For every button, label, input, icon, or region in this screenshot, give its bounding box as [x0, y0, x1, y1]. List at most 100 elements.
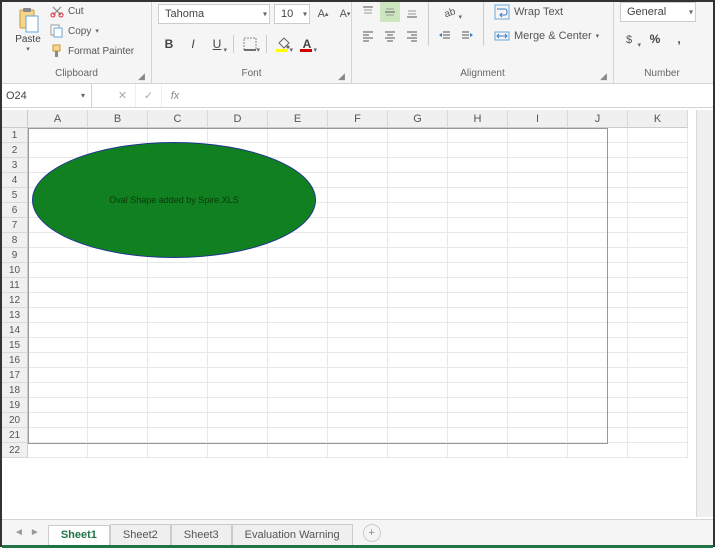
font-size-combo[interactable]: 10▾ — [274, 4, 310, 24]
merge-center-button[interactable]: Merge & Center ▾ — [490, 26, 603, 46]
cell[interactable] — [388, 248, 448, 263]
cell[interactable] — [388, 203, 448, 218]
align-left-button[interactable] — [358, 26, 378, 46]
cell[interactable] — [628, 188, 688, 203]
cell[interactable] — [268, 368, 328, 383]
cell[interactable] — [508, 353, 568, 368]
cell[interactable] — [208, 278, 268, 293]
cell[interactable] — [328, 278, 388, 293]
align-center-button[interactable] — [380, 26, 400, 46]
row-header[interactable]: 9 — [2, 248, 28, 263]
cell[interactable] — [328, 353, 388, 368]
cell[interactable] — [148, 413, 208, 428]
column-header[interactable]: B — [88, 110, 148, 128]
cell[interactable] — [208, 428, 268, 443]
cell[interactable] — [628, 278, 688, 293]
cell[interactable] — [28, 353, 88, 368]
column-header[interactable]: F — [328, 110, 388, 128]
comma-button[interactable]: , — [668, 28, 690, 50]
cell[interactable] — [328, 203, 388, 218]
cell[interactable] — [328, 398, 388, 413]
cell[interactable] — [88, 353, 148, 368]
cell[interactable] — [628, 428, 688, 443]
cell[interactable] — [448, 248, 508, 263]
column-header[interactable]: C — [148, 110, 208, 128]
column-header[interactable]: A — [28, 110, 88, 128]
cell[interactable] — [628, 383, 688, 398]
dialog-launcher-icon[interactable]: ◢ — [138, 71, 148, 81]
cell[interactable] — [268, 128, 328, 143]
cell[interactable] — [88, 338, 148, 353]
align-top-button[interactable] — [358, 2, 378, 22]
cell[interactable] — [148, 128, 208, 143]
cell[interactable] — [328, 233, 388, 248]
cell[interactable] — [148, 383, 208, 398]
cell[interactable] — [568, 218, 628, 233]
cell[interactable] — [448, 428, 508, 443]
cell[interactable] — [568, 263, 628, 278]
cell[interactable] — [448, 338, 508, 353]
cell[interactable] — [328, 308, 388, 323]
cell[interactable] — [88, 308, 148, 323]
cell[interactable] — [568, 158, 628, 173]
dialog-launcher-icon[interactable]: ◢ — [338, 71, 348, 81]
cell[interactable] — [568, 323, 628, 338]
row-header[interactable]: 21 — [2, 428, 28, 443]
cell[interactable] — [208, 128, 268, 143]
cell[interactable] — [628, 143, 688, 158]
cell[interactable] — [388, 158, 448, 173]
cell[interactable] — [508, 383, 568, 398]
row-header[interactable]: 8 — [2, 233, 28, 248]
fill-color-button[interactable] — [272, 33, 294, 55]
cell[interactable] — [508, 173, 568, 188]
cell[interactable] — [208, 413, 268, 428]
cell[interactable] — [328, 383, 388, 398]
name-box[interactable]: O24 ▾ — [2, 84, 92, 107]
row-header[interactable]: 11 — [2, 278, 28, 293]
cell[interactable] — [148, 368, 208, 383]
cell[interactable] — [28, 428, 88, 443]
cell[interactable] — [268, 383, 328, 398]
row-header[interactable]: 20 — [2, 413, 28, 428]
row-header[interactable]: 18 — [2, 383, 28, 398]
cell[interactable] — [328, 143, 388, 158]
cell[interactable] — [268, 428, 328, 443]
underline-button[interactable]: U — [206, 33, 228, 55]
cell[interactable] — [448, 203, 508, 218]
cell[interactable] — [28, 323, 88, 338]
cell[interactable] — [568, 398, 628, 413]
row-header[interactable]: 17 — [2, 368, 28, 383]
column-header[interactable]: D — [208, 110, 268, 128]
cell[interactable] — [448, 233, 508, 248]
italic-button[interactable]: I — [182, 33, 204, 55]
add-sheet-button[interactable]: + — [363, 524, 381, 542]
cell[interactable] — [508, 143, 568, 158]
font-name-combo[interactable]: Tahoma▾ — [158, 4, 270, 24]
cell[interactable] — [628, 443, 688, 458]
cell[interactable] — [508, 323, 568, 338]
cell[interactable] — [28, 338, 88, 353]
cell[interactable] — [328, 443, 388, 458]
cell[interactable] — [388, 443, 448, 458]
cell[interactable] — [28, 383, 88, 398]
cell[interactable] — [388, 278, 448, 293]
cell[interactable] — [88, 383, 148, 398]
row-header[interactable]: 16 — [2, 353, 28, 368]
row-header[interactable]: 10 — [2, 263, 28, 278]
row-header[interactable]: 2 — [2, 143, 28, 158]
cell[interactable] — [568, 248, 628, 263]
cell[interactable] — [448, 218, 508, 233]
cell[interactable] — [448, 308, 508, 323]
cell[interactable] — [328, 158, 388, 173]
paste-button[interactable]: Paste ▾ — [8, 2, 48, 58]
cell[interactable] — [628, 158, 688, 173]
cell[interactable] — [388, 128, 448, 143]
cell[interactable] — [268, 278, 328, 293]
cell[interactable] — [508, 443, 568, 458]
cell[interactable] — [88, 428, 148, 443]
wrap-text-button[interactable]: Wrap Text — [490, 2, 603, 22]
cell[interactable] — [28, 263, 88, 278]
cell[interactable] — [508, 218, 568, 233]
enter-formula-button[interactable]: ✓ — [136, 84, 162, 107]
cell[interactable] — [508, 413, 568, 428]
